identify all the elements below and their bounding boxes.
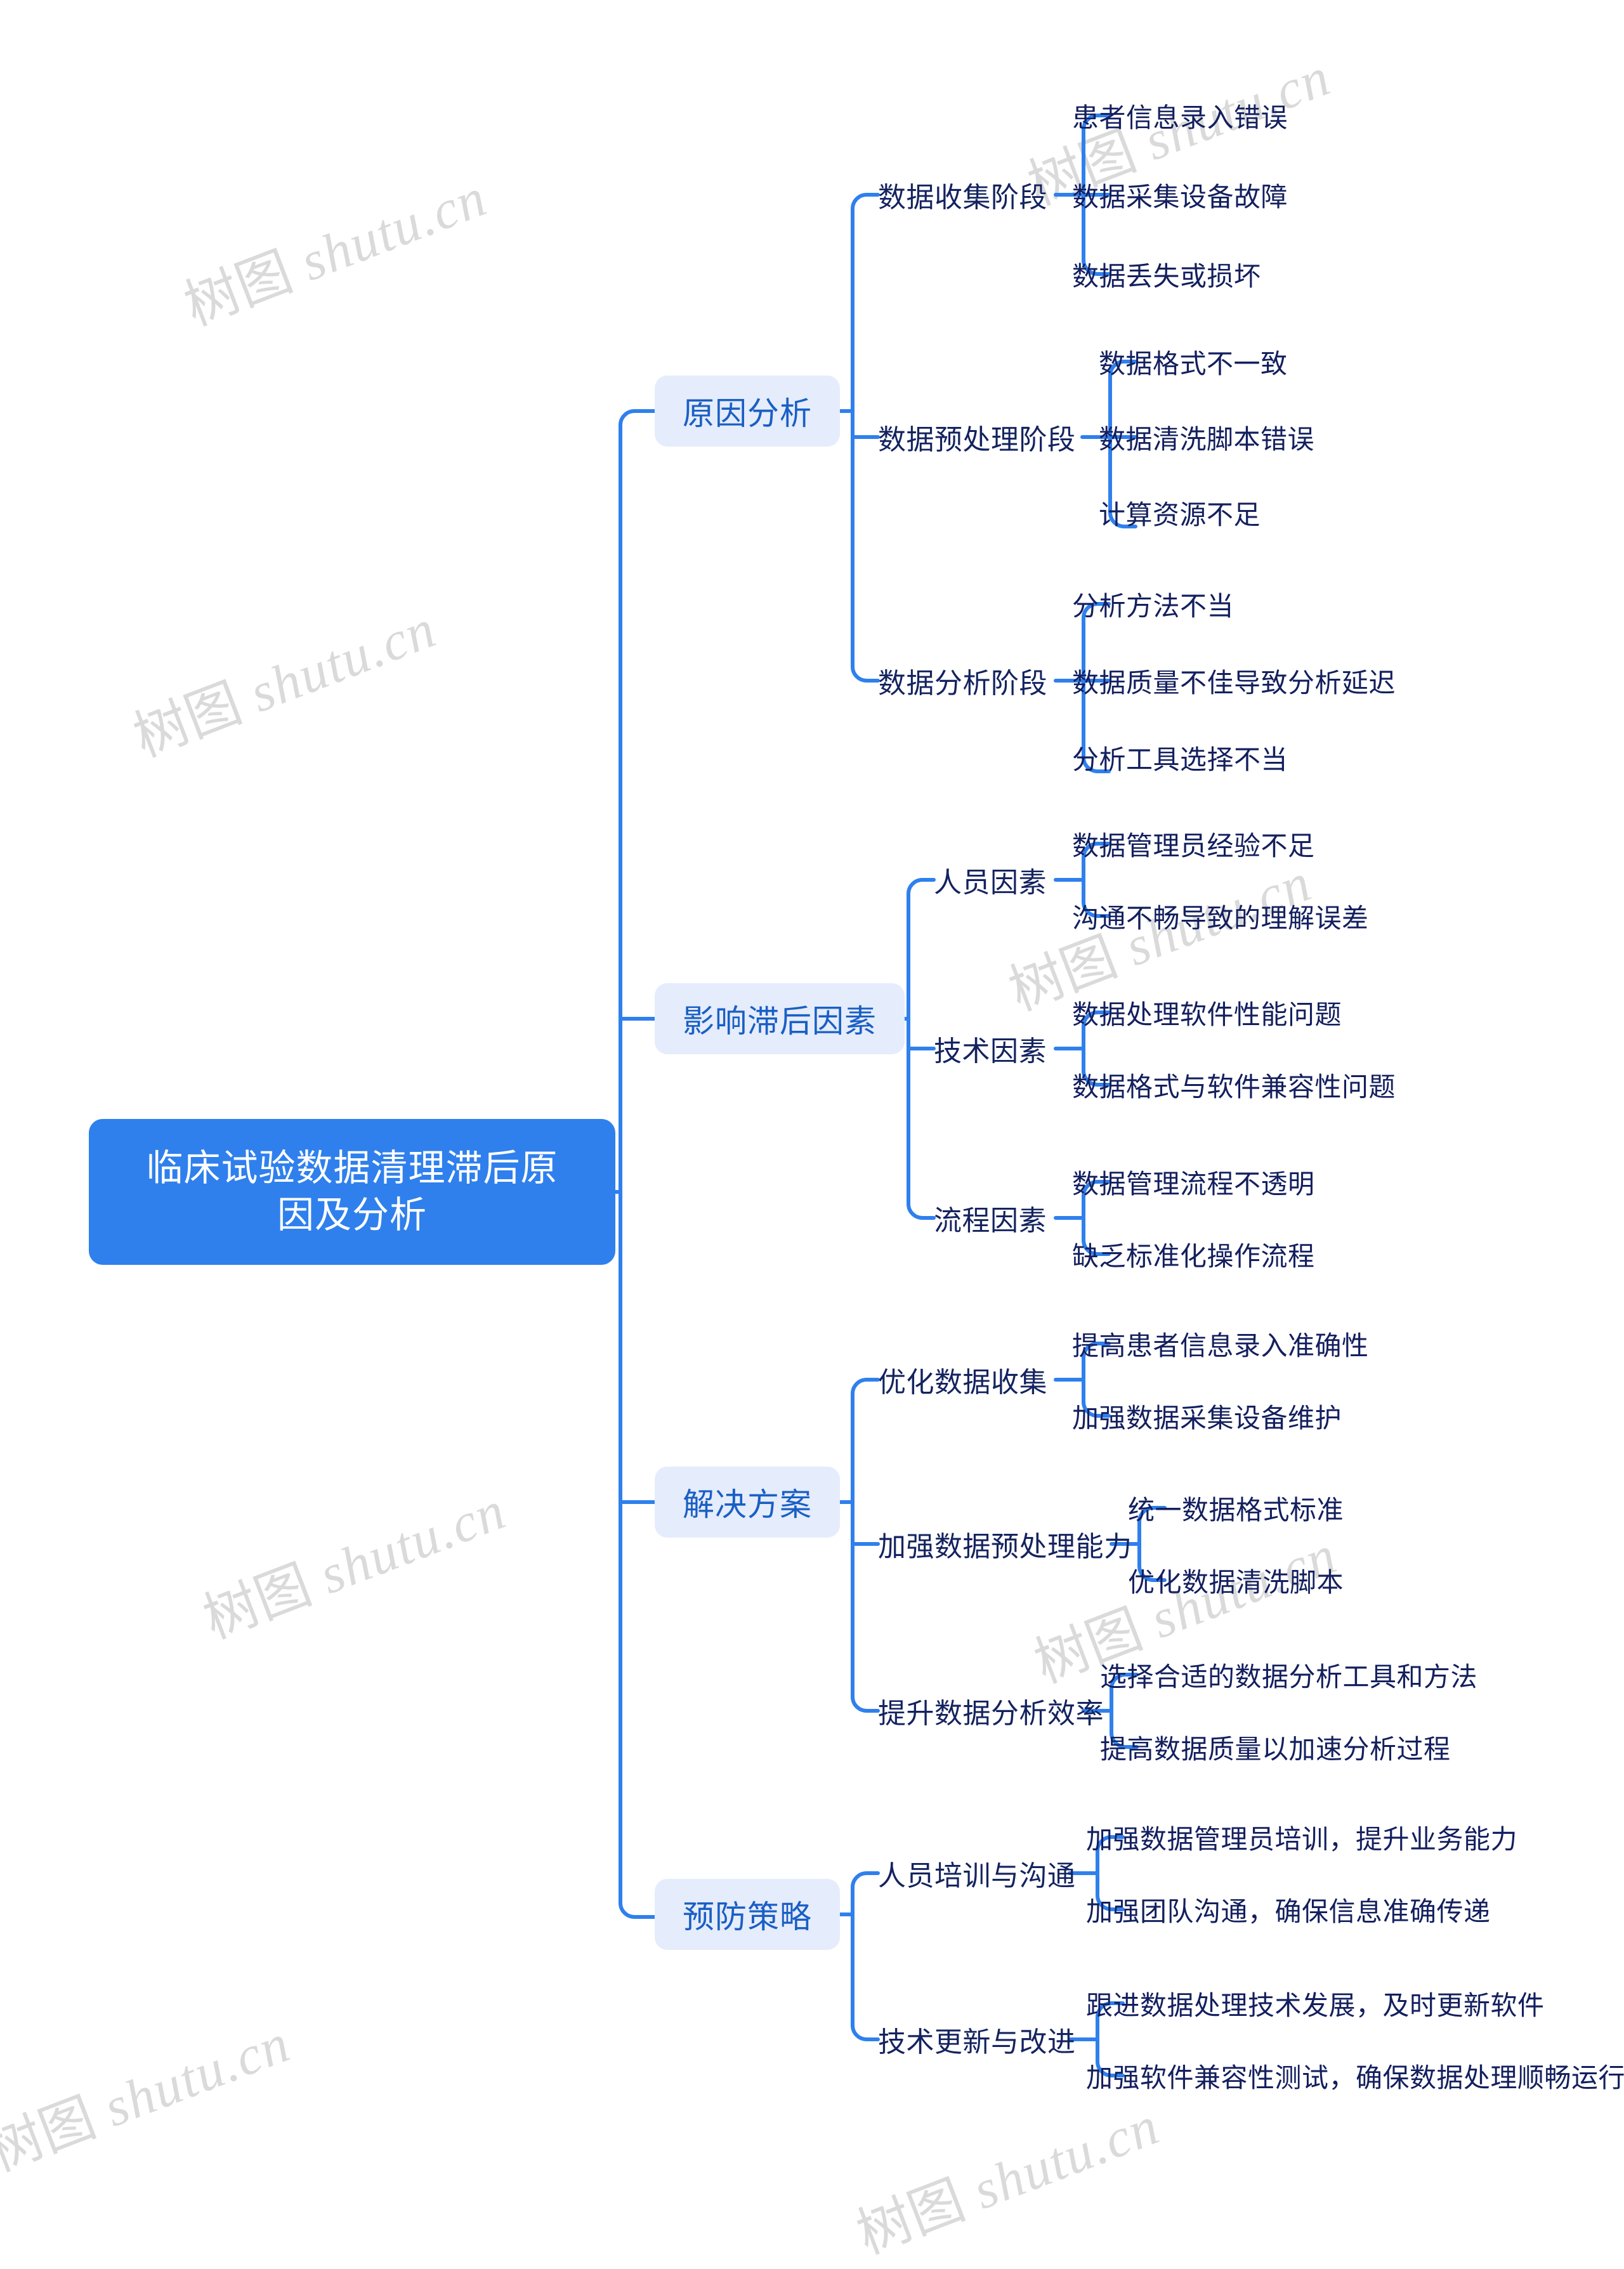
leaf-node[interactable]: 数据采集设备故障 (1072, 176, 1288, 213)
leaf-label: 数据质量不佳导致分析延迟 (1072, 667, 1396, 698)
leaf-node[interactable]: 分析方法不当 (1072, 585, 1234, 622)
leaf-label: 分析工具选择不当 (1072, 744, 1288, 775)
leaf-label: 加强软件兼容性测试，确保数据处理顺畅运行 (1086, 2062, 1624, 2093)
branch-label: 影响滞后因素 (683, 1004, 877, 1039)
leaf-label: 数据管理员经验不足 (1072, 830, 1315, 861)
leaf-label: 数据管理流程不透明 (1072, 1168, 1315, 1199)
topic-label: 数据预处理阶段 (878, 424, 1076, 455)
topic-label: 技术更新与改进 (878, 2027, 1076, 2058)
leaf-label: 数据格式与软件兼容性问题 (1072, 1071, 1396, 1102)
leaf-node[interactable]: 统一数据格式标准 (1128, 1489, 1344, 1526)
leaf-label: 跟进数据处理技术发展，及时更新软件 (1086, 1990, 1545, 2020)
topic-node-personnel-factors[interactable]: 人员因素 (934, 861, 1047, 899)
leaf-label: 加强数据管理员培训，提升业务能力 (1086, 1824, 1518, 1854)
topic-label: 数据分析阶段 (878, 668, 1047, 699)
branch-label: 预防策略 (683, 1899, 812, 1935)
leaf-label: 统一数据格式标准 (1128, 1494, 1344, 1525)
leaf-node[interactable]: 计算资源不足 (1099, 494, 1261, 531)
wire-trunk (619, 409, 657, 1919)
leaf-label: 数据格式不一致 (1099, 348, 1288, 379)
branch-node-cause-analysis[interactable]: 原因分析 (655, 376, 840, 447)
leaf-node[interactable]: 分析工具选择不当 (1072, 739, 1288, 776)
leaf-node[interactable]: 加强数据管理员培训，提升业务能力 (1086, 1819, 1517, 1855)
leaf-node[interactable]: 数据格式不一致 (1099, 343, 1288, 380)
topic-label: 流程因素 (934, 1205, 1047, 1236)
topic-node-optimize-collection[interactable]: 优化数据收集 (878, 1361, 1047, 1399)
branch-node-solutions[interactable]: 解决方案 (655, 1467, 840, 1538)
leaf-label: 数据采集设备故障 (1072, 181, 1288, 212)
topic-label: 优化数据收集 (878, 1367, 1047, 1398)
branch-label: 解决方案 (683, 1487, 812, 1522)
topic-node-technical-factors[interactable]: 技术因素 (934, 1030, 1047, 1068)
leaf-node[interactable]: 沟通不畅导致的理解误差 (1072, 898, 1369, 934)
topic-node-training-communication[interactable]: 人员培训与沟通 (878, 1854, 1076, 1892)
topic-node-improve-analysis-efficiency[interactable]: 提升数据分析效率 (878, 1692, 1104, 1730)
topic-node-data-analysis[interactable]: 数据分析阶段 (878, 662, 1047, 700)
wire-b4-spine (851, 1871, 880, 2041)
topic-node-tech-update[interactable]: 技术更新与改进 (878, 2020, 1076, 2058)
topic-label: 技术因素 (934, 1036, 1047, 1067)
leaf-label: 加强数据采集设备维护 (1072, 1403, 1342, 1433)
mindmap-canvas: 树图 shutu.cn 树图 shutu.cn 树图 shutu.cn 树图 s… (0, 0, 1624, 2265)
leaf-label: 数据丢失或损坏 (1072, 261, 1261, 291)
leaf-label: 选择合适的数据分析工具和方法 (1100, 1661, 1478, 1692)
leaf-label: 提高患者信息录入准确性 (1072, 1330, 1369, 1361)
leaf-node[interactable]: 数据管理流程不透明 (1072, 1163, 1315, 1200)
topic-node-strengthen-preprocessing[interactable]: 加强数据预处理能力 (878, 1525, 1132, 1563)
leaf-node[interactable]: 提高患者信息录入准确性 (1072, 1325, 1369, 1362)
leaf-node[interactable]: 缺乏标准化操作流程 (1072, 1236, 1315, 1272)
topic-label: 人员因素 (934, 867, 1047, 898)
root-label-line-2: 因及分析 (277, 1194, 427, 1236)
root-node[interactable]: 临床试验数据清理滞后原 因及分析 (89, 1119, 615, 1265)
topic-label: 人员培训与沟通 (878, 1860, 1076, 1892)
leaf-label: 分析方法不当 (1072, 591, 1234, 621)
leaf-label: 计算资源不足 (1099, 499, 1261, 530)
branch-label: 原因分析 (683, 396, 812, 431)
leaf-node[interactable]: 加强数据采集设备维护 (1072, 1397, 1342, 1434)
root-node-label: 临床试验数据清理滞后原 因及分析 (146, 1145, 558, 1239)
leaf-node[interactable]: 选择合适的数据分析工具和方法 (1100, 1656, 1477, 1693)
leaf-label: 数据处理软件性能问题 (1072, 999, 1342, 1030)
root-label-line-1: 临床试验数据清理滞后原 (146, 1147, 558, 1189)
leaf-node[interactable]: 加强团队沟通，确保信息准确传递 (1086, 1891, 1491, 1928)
leaf-node[interactable]: 提高数据质量以加速分析过程 (1100, 1729, 1451, 1765)
leaf-node[interactable]: 加强软件兼容性测试，确保数据处理顺畅运行 (1086, 2057, 1624, 2094)
leaf-label: 缺乏标准化操作流程 (1072, 1241, 1315, 1271)
leaf-node[interactable]: 患者信息录入错误 (1072, 97, 1288, 134)
leaf-node[interactable]: 数据管理员经验不足 (1072, 825, 1315, 862)
leaf-label: 加强团队沟通，确保信息准确传递 (1086, 1896, 1491, 1926)
leaf-label: 优化数据清洗脚本 (1128, 1567, 1344, 1597)
leaf-node[interactable]: 跟进数据处理技术发展，及时更新软件 (1086, 1985, 1545, 2022)
topic-label: 提升数据分析效率 (878, 1698, 1104, 1729)
branch-node-prevention[interactable]: 预防策略 (655, 1879, 840, 1950)
leaf-node[interactable]: 优化数据清洗脚本 (1128, 1562, 1344, 1599)
leaf-node[interactable]: 数据处理软件性能问题 (1072, 994, 1342, 1031)
branch-node-impact-factors[interactable]: 影响滞后因素 (655, 983, 905, 1054)
topic-node-data-collection[interactable]: 数据收集阶段 (878, 176, 1047, 214)
leaf-label: 提高数据质量以加速分析过程 (1100, 1734, 1451, 1764)
leaf-label: 患者信息录入错误 (1072, 102, 1288, 133)
leaf-node[interactable]: 数据清洗脚本错误 (1099, 419, 1314, 455)
topic-node-data-preprocessing[interactable]: 数据预处理阶段 (878, 418, 1076, 456)
leaf-label: 数据清洗脚本错误 (1099, 424, 1315, 454)
leaf-node[interactable]: 数据质量不佳导致分析延迟 (1072, 662, 1396, 699)
leaf-node[interactable]: 数据格式与软件兼容性问题 (1072, 1066, 1396, 1103)
topic-label: 数据收集阶段 (878, 182, 1047, 213)
topic-label: 加强数据预处理能力 (878, 1531, 1132, 1562)
leaf-node[interactable]: 数据丢失或损坏 (1072, 256, 1261, 292)
leaf-label: 沟通不畅导致的理解误差 (1072, 903, 1369, 933)
topic-node-process-factors[interactable]: 流程因素 (934, 1199, 1047, 1237)
